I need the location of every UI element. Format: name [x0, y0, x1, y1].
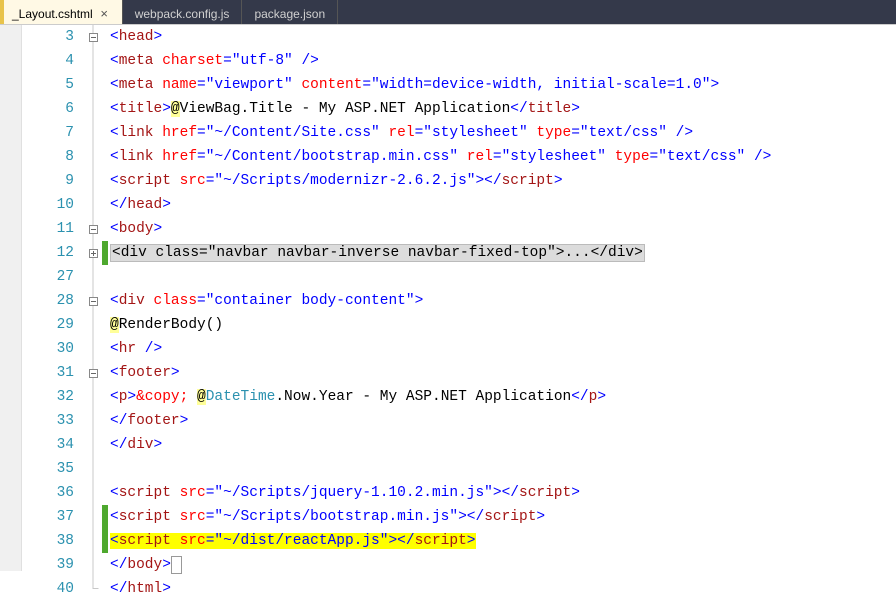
line-number: 38: [22, 529, 84, 553]
line-number: 3: [22, 25, 84, 49]
line-number: 37: [22, 505, 84, 529]
line-number: 27: [22, 265, 84, 289]
line-number: 34: [22, 433, 84, 457]
code-line[interactable]: <div class="container body-content">: [108, 289, 896, 313]
code-line[interactable]: </div>: [108, 433, 896, 457]
line-number: 31: [22, 361, 84, 385]
line-number: 4: [22, 49, 84, 73]
tab-webpack-config[interactable]: webpack.config.js: [123, 0, 242, 24]
line-number: 7: [22, 121, 84, 145]
code-editor[interactable]: 3 <head> 4 <meta charset="utf-8" /> 5 <m…: [0, 24, 896, 571]
tab-package-json[interactable]: package.json: [242, 0, 337, 24]
line-number: 5: [22, 73, 84, 97]
code-line[interactable]: <head>: [108, 25, 896, 49]
line-number: 33: [22, 409, 84, 433]
line-number: 11: [22, 217, 84, 241]
code-line[interactable]: [108, 265, 896, 289]
code-line[interactable]: <script src="~/dist/reactApp.js"></scrip…: [108, 529, 896, 553]
line-number: 36: [22, 481, 84, 505]
line-number: 6: [22, 97, 84, 121]
code-line[interactable]: <p>&copy; @DateTime.Now.Year - My ASP.NE…: [108, 385, 896, 409]
tab-layout-cshtml[interactable]: _Layout.cshtml ×: [0, 0, 122, 24]
code-line[interactable]: <div class="navbar navbar-inverse navbar…: [108, 241, 896, 265]
line-number: 30: [22, 337, 84, 361]
code-line[interactable]: <script src="~/Scripts/jquery-1.10.2.min…: [108, 481, 896, 505]
code-line[interactable]: <meta charset="utf-8" />: [108, 49, 896, 73]
tab-label: package.json: [254, 7, 325, 21]
close-icon[interactable]: ×: [99, 8, 110, 19]
code-line[interactable]: <title>@ViewBag.Title - My ASP.NET Appli…: [108, 97, 896, 121]
code-line[interactable]: [108, 457, 896, 481]
line-number: 9: [22, 169, 84, 193]
code-line[interactable]: </head>: [108, 193, 896, 217]
tab-bar: _Layout.cshtml × webpack.config.js packa…: [0, 0, 896, 24]
line-number: 35: [22, 457, 84, 481]
fold-toggle[interactable]: [84, 361, 102, 385]
line-number: 28: [22, 289, 84, 313]
fold-toggle-collapsed[interactable]: [84, 241, 102, 265]
code-line[interactable]: @RenderBody(): [108, 313, 896, 337]
fold-toggle[interactable]: [84, 217, 102, 241]
code-line[interactable]: <script src="~/Scripts/bootstrap.min.js"…: [108, 505, 896, 529]
line-number: 40: [22, 577, 84, 601]
line-number: 8: [22, 145, 84, 169]
code-line[interactable]: <body>: [108, 217, 896, 241]
code-line[interactable]: <script src="~/Scripts/modernizr-2.6.2.j…: [108, 169, 896, 193]
code-line[interactable]: </body>: [108, 553, 896, 577]
breakpoint-margin[interactable]: [0, 25, 22, 571]
fold-toggle[interactable]: [84, 25, 102, 49]
tab-label: webpack.config.js: [135, 7, 230, 21]
code-line[interactable]: </footer>: [108, 409, 896, 433]
code-line[interactable]: <link href="~/Content/bootstrap.min.css"…: [108, 145, 896, 169]
code-line[interactable]: <hr />: [108, 337, 896, 361]
line-number: 12: [22, 241, 84, 265]
text-cursor: [171, 556, 182, 574]
tab-separator: [337, 0, 338, 24]
code-line[interactable]: <link href="~/Content/Site.css" rel="sty…: [108, 121, 896, 145]
code-line[interactable]: <meta name="viewport" content="width=dev…: [108, 73, 896, 97]
code-line[interactable]: <footer>: [108, 361, 896, 385]
line-number: 10: [22, 193, 84, 217]
fold-toggle[interactable]: [84, 289, 102, 313]
line-number: 39: [22, 553, 84, 577]
line-number: 29: [22, 313, 84, 337]
fold-guide: [84, 49, 102, 73]
line-number: 32: [22, 385, 84, 409]
code-line[interactable]: </html>: [108, 577, 896, 601]
tab-label: _Layout.cshtml: [12, 7, 93, 21]
